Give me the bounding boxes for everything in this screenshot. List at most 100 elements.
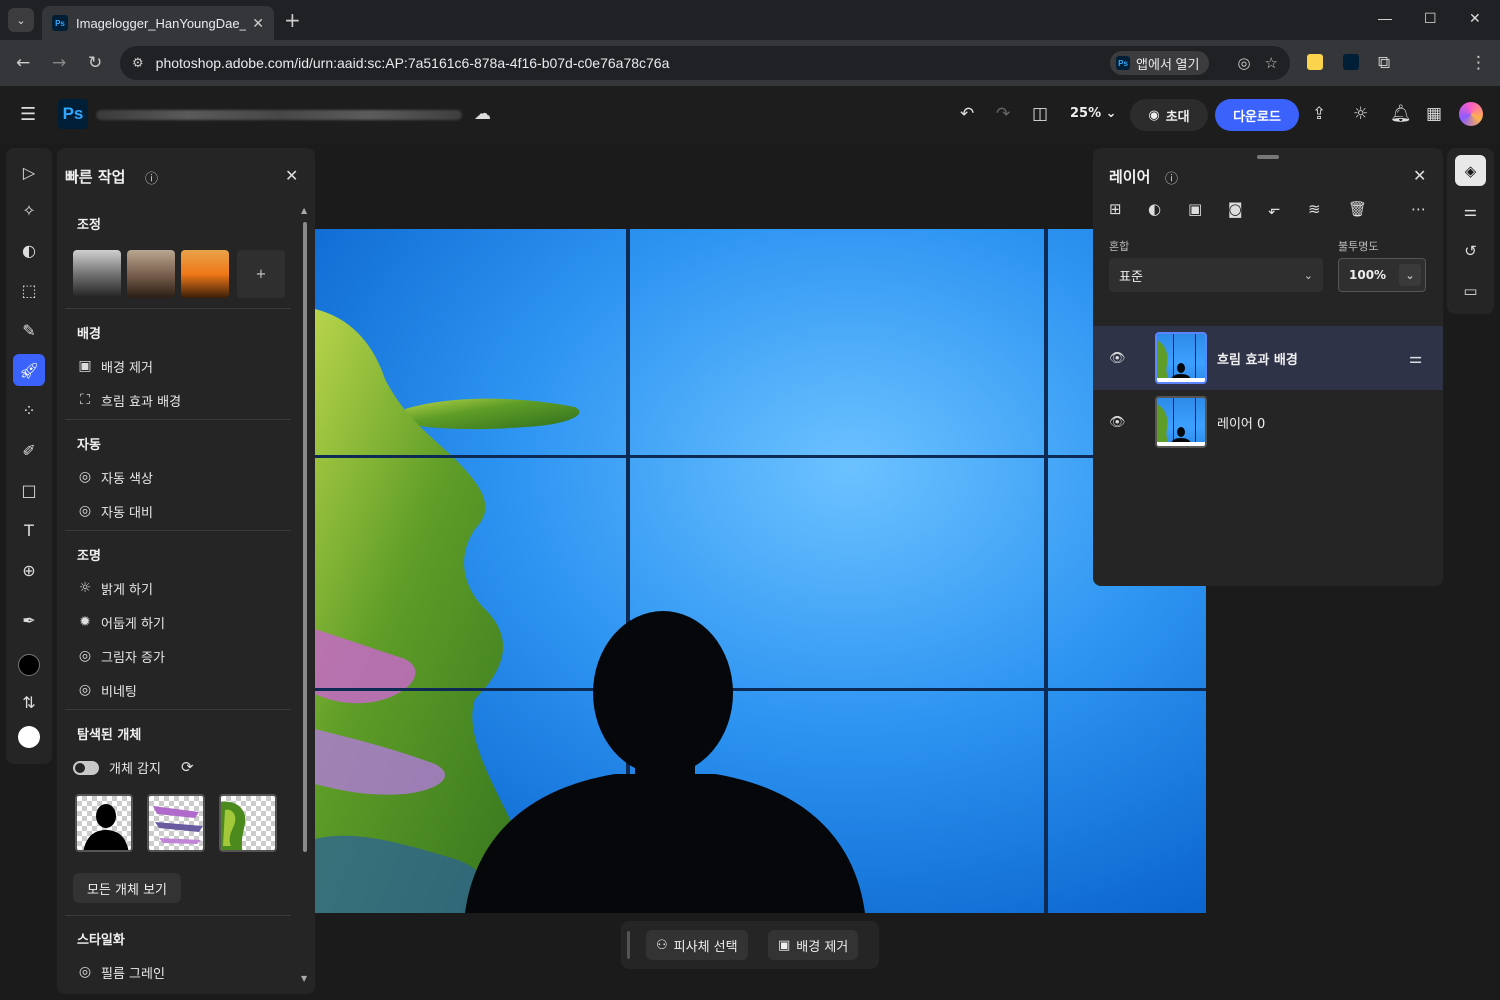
eye-off-icon[interactable]: ◎ (1237, 54, 1250, 72)
blur-background-action[interactable]: ⛶ 흐림 효과 배경 (75, 388, 181, 412)
info-icon[interactable]: ⓘ (1165, 168, 1178, 187)
layers-panel-icon[interactable]: ◈ (1455, 155, 1486, 186)
extensions-puzzle-icon[interactable]: ⧉ (1378, 53, 1390, 73)
document-name-blurred[interactable] (96, 110, 462, 120)
cloud-sync-icon[interactable]: ☁ (474, 104, 491, 124)
vignette-action[interactable]: ◎ 비네팅 (75, 678, 137, 702)
quick-actions-rocket-icon[interactable]: 🚀︎ (13, 354, 45, 386)
panel-close-icon[interactable]: ✕ (285, 166, 298, 185)
add-image-icon[interactable]: ⊕ (13, 554, 45, 586)
brighten-action[interactable]: ☼ 밝게 하기 (75, 576, 153, 600)
notification-bell-icon[interactable]: 🔔︎ (1390, 104, 1412, 124)
menu-icon[interactable]: ☰ (20, 104, 36, 125)
forward-icon[interactable]: → (52, 53, 66, 73)
drag-handle[interactable] (627, 931, 630, 959)
apps-grid-icon[interactable]: ▦ (1426, 104, 1442, 124)
mask-icon[interactable]: ▣ (1188, 200, 1202, 218)
invite-button[interactable]: ◉ 초대 (1130, 99, 1208, 131)
panel-close-icon[interactable]: ✕ (1413, 166, 1426, 185)
zoom-dropdown[interactable]: 25% ⌄ (1070, 106, 1117, 121)
blend-mode-select[interactable]: 표준 ⌄ (1109, 258, 1323, 292)
panel-scrollbar[interactable] (303, 222, 307, 852)
film-grain-action[interactable]: ◎ 필름 그레인 (75, 960, 165, 984)
more-options-icon[interactable]: ⋯ (1411, 200, 1426, 218)
extension-yellow-icon[interactable] (1307, 54, 1323, 70)
site-info-icon[interactable]: ⚙ (132, 55, 144, 71)
undo-icon[interactable]: ↶ (960, 104, 974, 124)
visibility-eye-icon[interactable]: 👁︎ (1109, 351, 1126, 366)
object-detect-toggle[interactable] (73, 761, 99, 775)
adjust-tool-icon[interactable]: ◐ (13, 234, 45, 266)
history-icon[interactable]: ↺ (1455, 235, 1486, 266)
info-icon[interactable]: ⓘ (145, 168, 158, 187)
select-tool-icon[interactable]: ▷ (13, 156, 45, 188)
camera-icon[interactable]: ◙ (1228, 200, 1243, 218)
open-in-app-button[interactable]: Ps 앱에서 열기 (1110, 51, 1210, 75)
canvas-image[interactable] (315, 229, 1206, 913)
lightbulb-icon[interactable]: ☼ (1353, 104, 1368, 124)
auto-color-action[interactable]: ◎ 자동 색상 (75, 465, 153, 489)
refresh-detect-icon[interactable]: ⟳ (181, 758, 194, 776)
increase-shadows-action[interactable]: ◎ 그림자 증가 (75, 644, 165, 668)
redo-icon[interactable]: ↷ (996, 104, 1010, 124)
back-icon[interactable]: ← (16, 53, 30, 73)
remove-background-button[interactable]: ▣ 배경 제거 (768, 930, 859, 960)
quick-select-icon[interactable]: ✧ (13, 194, 45, 226)
window-close-icon[interactable]: ✕ (1469, 10, 1481, 27)
avatar[interactable] (1459, 102, 1483, 126)
layer-item[interactable]: 👁︎ 흐림 효과 배경 ⚌ (1093, 326, 1443, 390)
view-all-objects-button[interactable]: 모든 개체 보기 (73, 873, 181, 903)
clip-icon[interactable]: ⬐ (1268, 200, 1281, 218)
brush-icon[interactable]: ✐ (13, 434, 45, 466)
layer-properties-icon[interactable]: ⚌ (1409, 349, 1422, 367)
transform-icon[interactable]: ⬚ (13, 274, 45, 306)
shape-icon[interactable]: □ (13, 474, 45, 506)
share-icon[interactable]: ⇪ (1312, 104, 1326, 124)
adjustment-layer-icon[interactable]: ◐ (1148, 200, 1161, 218)
object-thumb-person[interactable] (75, 794, 133, 852)
select-subject-button[interactable]: ⚇ 피사체 선택 (646, 930, 748, 960)
browser-menu-icon[interactable]: ⋮ (1470, 53, 1487, 73)
eyedropper-icon[interactable]: ✒ (13, 604, 45, 636)
address-bar[interactable]: ⚙ photoshop.adobe.com/id/urn:aaid:sc:AP:… (120, 46, 1290, 80)
download-button[interactable]: 다운로드 (1215, 99, 1299, 131)
add-ons-icon[interactable]: ⁘ (13, 394, 45, 426)
layer-stack-icon[interactable]: ≋ (1308, 200, 1321, 218)
trash-icon[interactable]: 🗑︎ (1348, 200, 1367, 218)
tab-search-button[interactable]: ⌄ (8, 8, 34, 32)
swap-colors-icon[interactable]: ⇅ (13, 686, 45, 718)
compare-icon[interactable]: ◫ (1032, 104, 1048, 124)
darken-action[interactable]: ✹ 어둡게 하기 (75, 610, 165, 634)
add-layer-icon[interactable]: ⊞ (1109, 200, 1122, 218)
visibility-eye-icon[interactable]: 👁︎ (1109, 415, 1126, 430)
object-thumb-grass[interactable] (219, 794, 277, 852)
auto-contrast-action[interactable]: ◎ 자동 대비 (75, 499, 153, 523)
object-thumb-shore[interactable] (147, 794, 205, 852)
preset-grayscale[interactable] (73, 250, 121, 298)
foreground-color-swatch[interactable] (18, 654, 40, 676)
scroll-up-icon[interactable]: ▲ (301, 206, 307, 215)
preset-warm[interactable] (181, 250, 229, 298)
background-color-swatch[interactable] (18, 726, 40, 748)
maximize-icon[interactable]: ☐ (1424, 10, 1437, 27)
comments-icon[interactable]: ▭ (1455, 275, 1486, 306)
properties-sliders-icon[interactable]: ⚌ (1455, 195, 1486, 226)
layer-item[interactable]: 👁︎ 레이어 0 (1093, 390, 1443, 454)
minimize-icon[interactable]: — (1378, 10, 1392, 26)
tab-close-icon[interactable]: ✕ (252, 15, 264, 32)
remove-background-action[interactable]: ▣ 배경 제거 (75, 354, 153, 378)
scroll-down-icon[interactable]: ▼ (301, 974, 307, 983)
opacity-input[interactable]: 100% ⌄ (1338, 258, 1426, 292)
browser-tab[interactable]: Ps Imagelogger_HanYoungDae_G ✕ (42, 6, 274, 40)
panel-drag-handle[interactable] (1257, 155, 1279, 159)
text-tool-icon[interactable]: T (13, 514, 45, 546)
preset-sepia[interactable] (127, 250, 175, 298)
heal-tool-icon[interactable]: ✎ (13, 314, 45, 346)
new-tab-icon[interactable]: + (284, 8, 301, 32)
reload-icon[interactable]: ↻ (88, 53, 102, 73)
extension-photoshop-icon[interactable] (1343, 54, 1359, 70)
preset-add-button[interactable]: + (237, 250, 285, 298)
chevron-down-icon[interactable]: ⌄ (1399, 264, 1421, 286)
bookmark-star-icon[interactable]: ☆ (1265, 54, 1278, 72)
photoshop-logo[interactable]: Ps (58, 99, 88, 129)
